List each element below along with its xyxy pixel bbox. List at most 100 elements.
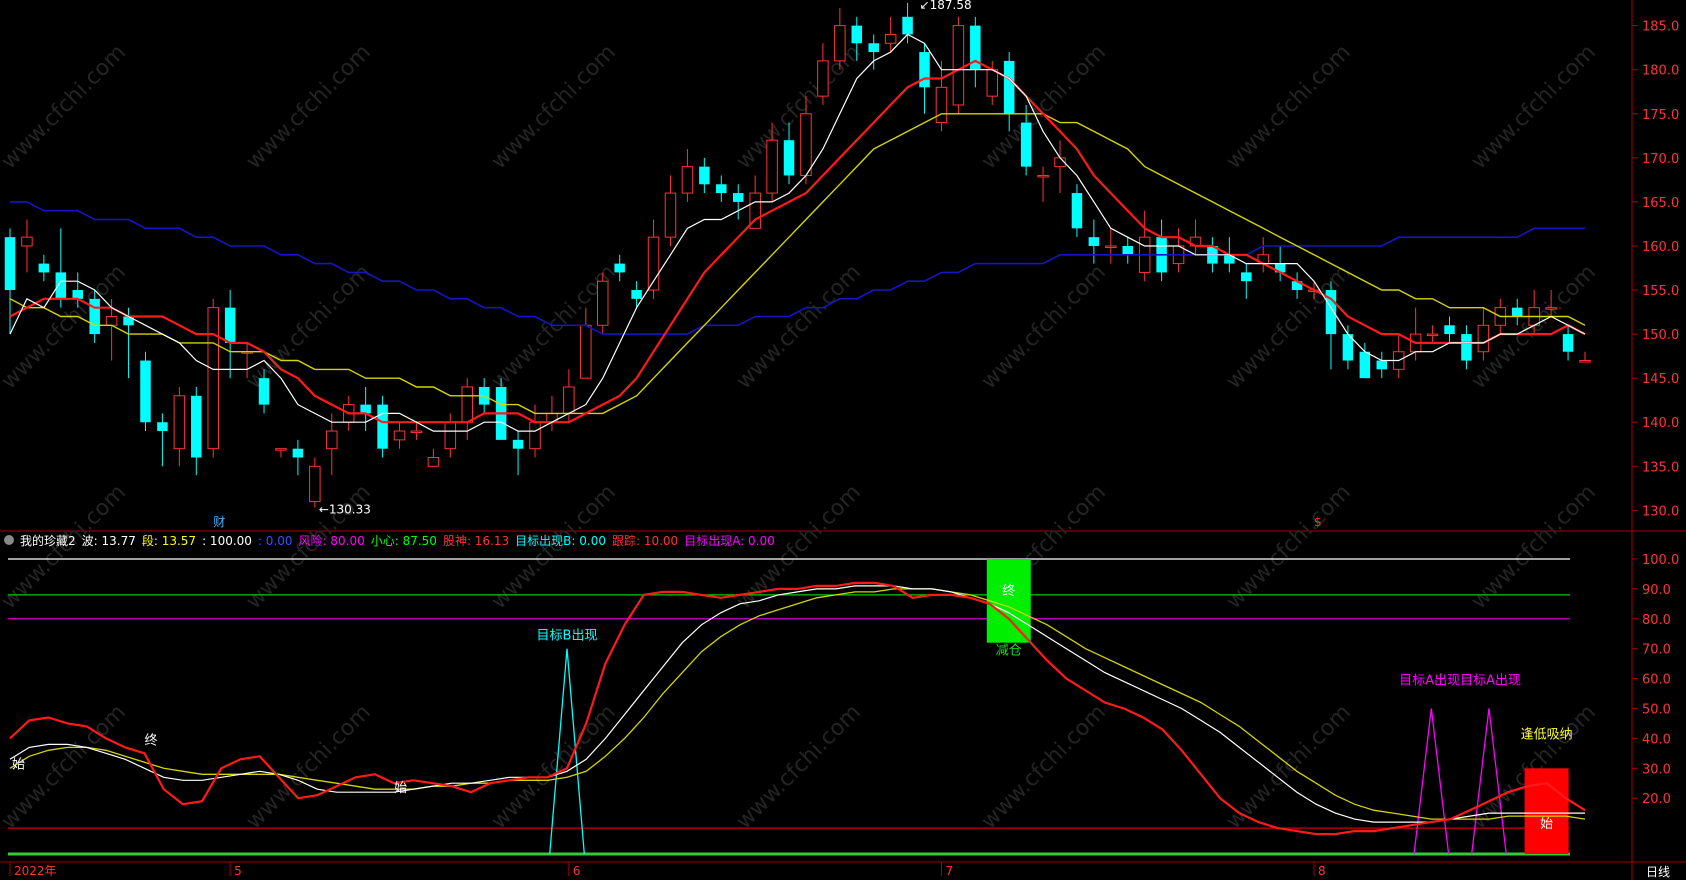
candle-body [157, 422, 168, 432]
y-tick-label: 130.0 [1642, 504, 1679, 519]
candle-body [596, 280, 609, 326]
indicator-bar: 我的珍藏2 波: 13.77 段: 13.57: 100.00: 0.00 风险: … [0, 532, 787, 548]
watermark-text: www.cfchi.com [1222, 480, 1356, 614]
x-tick-label: 6 [573, 864, 581, 878]
candle-body [1071, 193, 1083, 229]
high-price-label: ↙187.58 [920, 0, 972, 12]
indicator-item: 目标出现A: 0.00 [684, 533, 775, 548]
y-tick-label: 140.0 [1642, 416, 1679, 431]
candle-body [1359, 351, 1371, 379]
candle-body [173, 395, 186, 450]
watermark-text: www.cfchi.com [487, 40, 621, 174]
candle-body [902, 16, 913, 35]
candle-body [393, 430, 406, 441]
target-a-label: 目标A出现目标A出现 [1399, 674, 1521, 689]
watermark-text: www.cfchi.com [732, 40, 866, 174]
candle-body [1376, 360, 1388, 370]
candle-body [1579, 360, 1591, 363]
candle-body [834, 25, 846, 62]
candle-body [326, 430, 338, 450]
candle-body [207, 307, 219, 450]
y-tick-label: 165.0 [1642, 196, 1679, 211]
candle-body [1426, 333, 1439, 337]
candle-body [614, 263, 625, 273]
candle-body [224, 307, 236, 343]
y-tick-label: 90.0 [1642, 583, 1671, 598]
y-tick-label: 185.0 [1642, 20, 1679, 35]
candle-body [800, 113, 812, 176]
start-box [1524, 768, 1569, 854]
candle-body [309, 465, 321, 503]
y-tick-label: 135.0 [1642, 460, 1679, 475]
y-tick-label: 40.0 [1642, 732, 1671, 747]
candle-body [817, 60, 829, 97]
candle-body [1241, 272, 1252, 282]
watermark-text: www.cfchi.com [977, 700, 1111, 834]
sub-red-line [9, 581, 1586, 836]
candle-body [1444, 325, 1455, 335]
end-marker: 终 [1002, 583, 1015, 599]
candle-body [512, 439, 524, 449]
reduce-box [986, 558, 1031, 643]
candle-body [766, 139, 778, 194]
candle-body [1512, 307, 1523, 317]
candle-body [1477, 324, 1490, 353]
candle-body [4, 237, 16, 291]
candle-body [563, 386, 575, 414]
watermark-text: www.cfchi.com [1222, 40, 1356, 174]
candle-body [1020, 122, 1032, 167]
candle-body [1461, 334, 1472, 361]
candle-body [410, 430, 423, 434]
y-tick-label: 160.0 [1642, 240, 1679, 255]
reduce-label: 减仓 [996, 644, 1022, 659]
indicator-item: 股神: 16.13 [442, 533, 510, 548]
watermark-text: www.cfchi.com [732, 260, 866, 394]
watermark-text: www.cfchi.com [732, 700, 866, 834]
start-marker: 始 [394, 781, 407, 796]
candle-body [1105, 245, 1117, 248]
event-marker: 财 [213, 515, 225, 529]
event-marker: $ [1314, 515, 1322, 529]
indicator-values: 波: 13.77 段: 13.57: 100.00: 0.00 风险: 80.00 小… [82, 532, 781, 549]
x-tick-label: 5 [234, 864, 242, 878]
candle-body [935, 86, 948, 124]
candle-body [292, 448, 304, 458]
y-tick-label: 180.0 [1642, 64, 1679, 79]
candle-body [1037, 174, 1049, 178]
watermark-text: www.cfchi.com [487, 260, 621, 394]
indicator-name: 我的珍藏2 [20, 533, 76, 548]
candle-body [461, 386, 474, 423]
sub-white-line [9, 585, 1585, 823]
candle-body [444, 421, 457, 450]
indicator-item: : 100.00 [202, 533, 252, 548]
target-a-spike [1413, 708, 1450, 855]
y-tick-label: 145.0 [1642, 372, 1679, 387]
y-tick-label: 70.0 [1642, 643, 1671, 658]
candle-body [1562, 334, 1574, 352]
y-tick-label: 170.0 [1642, 152, 1679, 167]
candle-body [72, 290, 83, 299]
candle-body [851, 25, 863, 44]
candle-body [1088, 237, 1100, 246]
candle-body [140, 360, 151, 423]
candle-body [681, 166, 694, 194]
buy-low-label: 逢低吸纳 [1521, 727, 1573, 742]
candle-body [952, 25, 965, 106]
candle-body [631, 290, 642, 299]
y-tick-label: 50.0 [1642, 702, 1671, 717]
end-marker: 终 [144, 732, 157, 748]
indicator-settings-dot[interactable] [4, 535, 14, 545]
indicator-item: 波: 13.77 [81, 533, 136, 548]
y-tick-label: 175.0 [1642, 108, 1679, 123]
watermark-text: www.cfchi.com [1467, 40, 1601, 174]
candle-body [191, 395, 202, 458]
chart-canvas: www.cfchi.com www.cfchi.com www.cfchi.com w… [0, 0, 1686, 880]
candle-body [38, 263, 50, 273]
indicator-item: 段: 13.57 [141, 533, 197, 548]
candle-body [986, 69, 999, 97]
indicator-item: 目标出现B: 0.00 [515, 533, 606, 548]
candle-body [664, 192, 677, 238]
y-tick-label: 60.0 [1642, 673, 1671, 688]
candle-body [884, 33, 897, 44]
candle-body [919, 52, 930, 88]
